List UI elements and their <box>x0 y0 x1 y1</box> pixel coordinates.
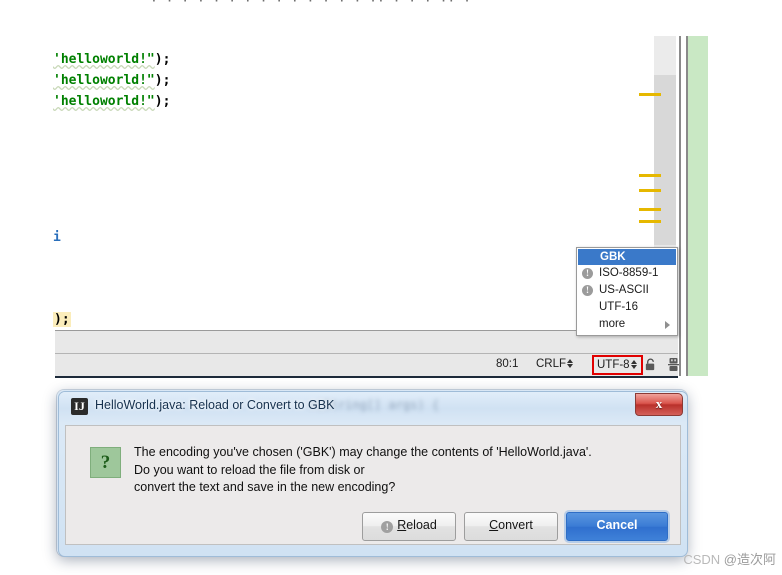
reload-button-mnemonic: R <box>397 518 407 532</box>
dialog-message-line: Do you want to reload the file from disk… <box>134 462 365 477</box>
chevron-updown-icon <box>567 358 574 369</box>
code-line-tail: ); <box>154 94 171 109</box>
encoding-menu-item-label: GBK <box>600 251 626 263</box>
watermark-author: @造次阿 <box>723 552 776 567</box>
lock-icon[interactable] <box>644 358 657 372</box>
encoding-menu-item-more[interactable]: more <box>577 316 677 333</box>
file-encoding-indicator[interactable]: UTF-8 <box>592 355 643 375</box>
dialog-title: HelloWorld.java: Reload or Convert to GB… <box>95 398 335 412</box>
warning-marker-icon[interactable] <box>639 208 661 211</box>
clipped-code-line-top: · · · · · · · · · · · · · · ·· · · · ·· … <box>150 0 550 6</box>
encoding-menu-item-iso-8859-1[interactable]: ! ISO-8859-1 <box>577 265 677 282</box>
convert-button-mnemonic: C <box>489 518 499 532</box>
editor-split-divider <box>679 36 681 376</box>
convert-button[interactable]: Convert <box>464 512 558 541</box>
encoding-menu-item-label: more <box>599 318 626 330</box>
encoding-menu-item-label: US-ASCII <box>599 284 649 296</box>
text-caret: i <box>53 230 61 245</box>
dialog-message: The encoding you've chosen ('GBK') may c… <box>134 444 592 497</box>
reload-button-label: eload <box>406 518 437 532</box>
warning-marker-icon[interactable] <box>639 93 661 96</box>
reload-button[interactable]: ! Reload <box>362 512 456 541</box>
convert-button-label: onvert <box>498 518 533 532</box>
chevron-right-icon <box>665 321 670 329</box>
code-string-literal: 'helloworld!" <box>53 73 155 88</box>
chevron-updown-icon <box>630 359 638 370</box>
warning-marker-icon[interactable] <box>639 174 661 177</box>
question-icon: ? <box>90 447 121 478</box>
code-line: 'helloworld!"); <box>53 94 170 109</box>
secondary-editor-pane <box>688 36 708 376</box>
editor-bottom-edge <box>55 376 678 378</box>
warning-icon: ! <box>582 285 593 296</box>
reload-or-convert-dialog: n(String[] args) { IJ HelloWorld.java: R… <box>58 391 688 557</box>
encoding-menu-item-label: UTF-16 <box>599 301 638 313</box>
encoding-menu-item-utf-16[interactable]: UTF-16 <box>577 299 677 316</box>
person-icon[interactable] <box>666 357 681 372</box>
dialog-button-row: ! Reload Convert Cancel <box>66 512 680 544</box>
dialog-body: ? The encoding you've chosen ('GBK') may… <box>65 425 681 545</box>
line-separator-indicator[interactable]: CRLF <box>536 358 574 370</box>
cancel-button[interactable]: Cancel <box>566 512 668 541</box>
status-bar: 80:1 CRLF UTF-8 <box>55 353 681 377</box>
watermark: CSDN @造次阿 <box>683 549 776 568</box>
close-icon[interactable]: x <box>635 393 683 416</box>
warning-marker-icon[interactable] <box>639 189 661 192</box>
watermark-site: CSDN <box>683 552 721 567</box>
encoding-menu-item-label: ISO-8859-1 <box>599 267 659 279</box>
encoding-menu-item-gbk[interactable]: GBK <box>578 249 676 265</box>
code-editor[interactable]: · · · · · · · · · · · · · · ·· · · · ·· … <box>0 0 660 352</box>
encoding-menu-item-us-ascii[interactable]: ! US-ASCII <box>577 282 677 299</box>
screenshot-root: · · · · · · · · · · · · · · ·· · · · ·· … <box>0 0 782 575</box>
code-line: 'helloworld!"); <box>53 52 170 67</box>
encoding-dropdown-menu[interactable]: GBK ! ISO-8859-1 ! US-ASCII UTF-16 more <box>576 247 678 336</box>
intellij-app-icon: IJ <box>71 398 88 415</box>
dialog-message-line: convert the text and save in the new enc… <box>134 480 396 494</box>
dialog-title-bar[interactable]: n(String[] args) { IJ HelloWorld.java: R… <box>59 392 687 422</box>
code-string-literal: 'helloworld!" <box>53 52 155 67</box>
code-line: 'helloworld!"); <box>53 73 170 88</box>
code-string-literal: 'helloworld!" <box>53 94 155 109</box>
file-encoding-label: UTF-8 <box>597 359 630 371</box>
code-line-tail: ); <box>154 52 171 67</box>
caret-position-indicator[interactable]: 80:1 <box>496 358 518 370</box>
line-separator-label: CRLF <box>536 358 567 370</box>
dialog-message-line: The encoding you've chosen ('GBK') may c… <box>134 445 592 459</box>
warning-icon: ! <box>582 268 593 279</box>
brace-match-highlight: ); <box>53 312 71 327</box>
code-line-tail: ); <box>154 73 171 88</box>
info-icon: ! <box>381 521 394 533</box>
warning-marker-icon[interactable] <box>639 220 661 223</box>
